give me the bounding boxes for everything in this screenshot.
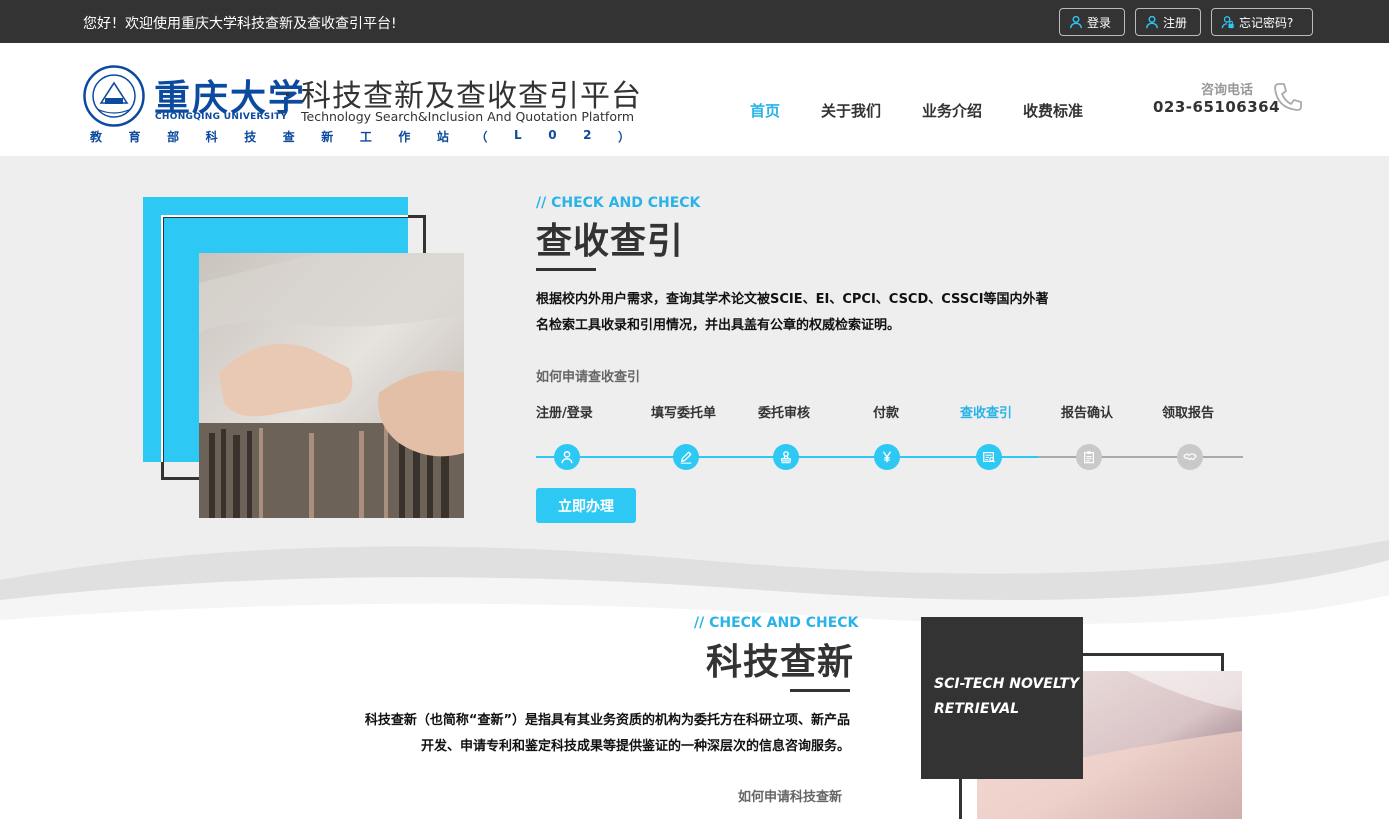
stamp-icon (781, 451, 791, 464)
section2-underline (790, 689, 850, 692)
user-icon (1146, 15, 1158, 29)
nav-services[interactable]: 业务介绍 (922, 100, 982, 121)
step-label-confirm: 报告确认 (1061, 406, 1114, 421)
login-button[interactable]: 登录 (1059, 8, 1125, 36)
nav-about[interactable]: 关于我们 (821, 100, 881, 121)
step-label-fill-form: 填写委托单 (651, 406, 717, 421)
pencil-icon (680, 451, 692, 464)
welcome-text: 您好！欢迎使用重庆大学科技查新及查收查引平台! (83, 16, 397, 32)
section2-tag: // CHECK AND CHECK (694, 615, 859, 631)
handshake-icon (1183, 453, 1197, 461)
progress-line-todo (1038, 456, 1243, 458)
step-label-payment: 付款 (873, 406, 900, 421)
yen-icon (882, 451, 892, 463)
lock-user-icon (1221, 16, 1234, 29)
novelty-card-text: SCI-TECH NOVELTY RETRIEVAL (934, 676, 1080, 717)
register-button[interactable]: 注册 (1135, 8, 1201, 36)
step-register[interactable] (554, 444, 580, 470)
document-search-icon (983, 452, 996, 463)
login-label: 登录 (1087, 15, 1112, 30)
step-label-collect: 领取报告 (1162, 406, 1215, 421)
step-collect[interactable] (1177, 444, 1203, 470)
university-emblem-icon[interactable] (83, 65, 145, 127)
top-bar: 您好！欢迎使用重庆大学科技查新及查收查引平台! 登录 注册 忘记密码? (0, 0, 1389, 43)
step-label-register: 注册/登录 (536, 406, 593, 421)
register-label: 注册 (1163, 15, 1188, 30)
forgot-password-button[interactable]: 忘记密码? (1211, 8, 1313, 36)
section2-how-label: 如何申请科技查新 (738, 790, 843, 805)
section1-how-label: 如何申请查收查引 (536, 370, 641, 385)
clipboard-icon (1084, 451, 1094, 464)
platform-en-title: Technology Search&Inclusion And Quotatio… (301, 109, 635, 124)
apply-now-button[interactable]: 立即办理 (536, 488, 636, 523)
records-photo (199, 253, 464, 518)
wave-decoration (0, 540, 1389, 630)
step-fill-form[interactable] (673, 444, 699, 470)
nav-pricing[interactable]: 收费标准 (1023, 100, 1083, 121)
step-label-check: 查收查引 (960, 406, 1013, 421)
section2-description: 科技查新（也简称“查新”）是指具有其业务资质的机构为委托方在科研立项、新产品 开… (364, 713, 850, 754)
step-check[interactable] (976, 444, 1002, 470)
user-icon (561, 451, 573, 464)
step-confirm[interactable] (1076, 444, 1102, 470)
university-en-name: CHONGQING UNIVERSITY (155, 112, 288, 122)
phone-icon (1274, 83, 1302, 111)
phone-number: 023-65106364 (1153, 98, 1281, 116)
step-payment[interactable] (874, 444, 900, 470)
section1-description: 根据校内外用户需求，查询其学术论文被SCIE、EI、CPCI、CSCD、CSSC… (536, 292, 1049, 333)
step-label-review: 委托审核 (758, 406, 811, 421)
phone-label: 咨询电话 (1201, 83, 1254, 98)
section1-title: 查收查引 (536, 221, 685, 262)
section2-title: 科技查新 (706, 642, 855, 683)
section1-tag: // CHECK AND CHECK (536, 195, 701, 211)
title-separator: · (283, 78, 292, 111)
user-icon (1070, 15, 1082, 29)
site-header: 重庆大学 CHONGQING UNIVERSITY · 科技查新及查收查引平台 … (0, 43, 1389, 156)
section1-underline (536, 268, 596, 271)
station-name: 教 育 部 科 技 查 新 工 作 站 （ L 0 2 ） (90, 128, 630, 144)
step-review[interactable] (773, 444, 799, 470)
nav-home[interactable]: 首页 (750, 100, 780, 121)
forgot-label: 忘记密码? (1239, 15, 1294, 30)
